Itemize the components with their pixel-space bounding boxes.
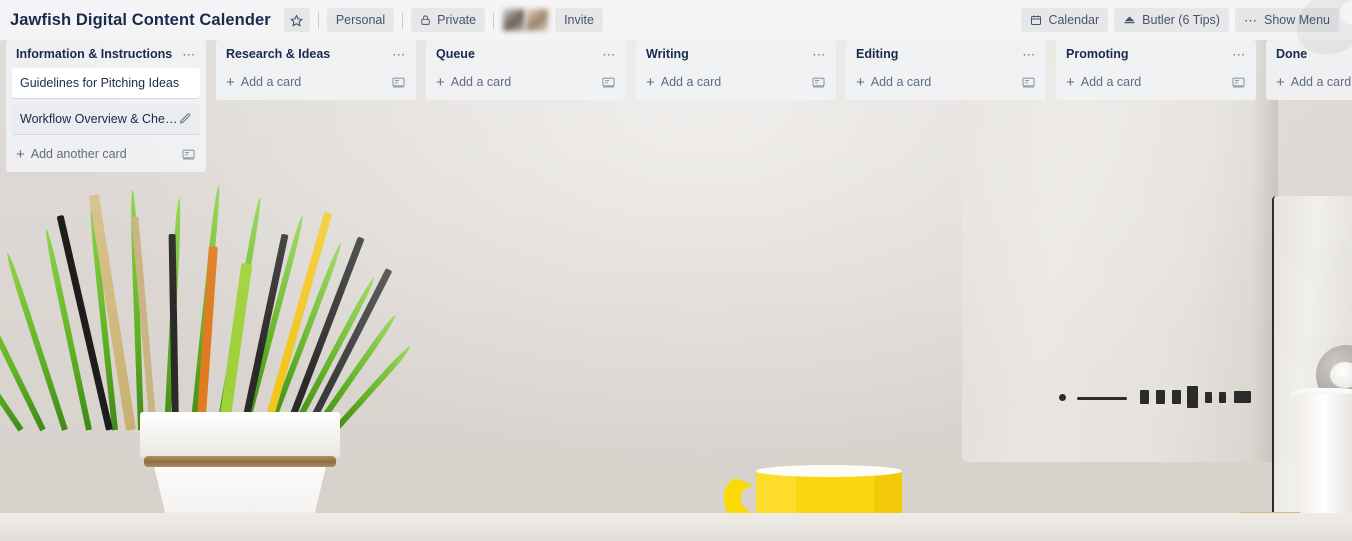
list-menu-button[interactable]: ⋯ [390, 48, 408, 61]
card-template-icon[interactable] [181, 147, 196, 161]
visibility-button[interactable]: Private [411, 8, 486, 32]
list-header: Writing ⋯ [636, 40, 836, 68]
add-card-button[interactable]: + Add a card [1062, 68, 1250, 96]
add-card-label: Add a card [450, 75, 512, 89]
list-editing: Editing ⋯ + Add a card [846, 40, 1046, 100]
card-title: Workflow Overview & Checklists [20, 112, 178, 126]
plus-icon: + [1276, 73, 1285, 91]
list-title[interactable]: Writing [646, 47, 810, 61]
add-card-label: Add another card [30, 147, 127, 161]
butler-label: Butler (6 Tips) [1142, 13, 1220, 27]
list-header: Editing ⋯ [846, 40, 1046, 68]
header-right-group: Calendar Butler (6 Tips) ⋯ Show Menu [1018, 8, 1342, 32]
calendar-button[interactable]: Calendar [1021, 8, 1109, 32]
add-card-label: Add a card [240, 75, 302, 89]
plus-icon: + [226, 73, 235, 91]
star-icon [290, 14, 303, 26]
list-menu-button[interactable]: ⋯ [600, 48, 618, 61]
list-research-ideas: Research & Ideas ⋯ + Add a card [216, 40, 416, 100]
butler-button[interactable]: Butler (6 Tips) [1114, 8, 1229, 32]
list-information-instructions: Information & Instructions ⋯ Guidelines fo… [6, 40, 206, 172]
list-title[interactable]: Queue [436, 47, 600, 61]
lock-icon [421, 15, 430, 25]
ellipsis-icon: ⋯ [812, 46, 826, 62]
card-template-icon[interactable] [601, 75, 616, 89]
list-menu-button[interactable]: ⋯ [1230, 48, 1248, 61]
plus-icon: + [646, 73, 655, 91]
show-menu-label: Show Menu [1263, 13, 1330, 27]
add-card-label: Add a card [1290, 75, 1352, 89]
add-card-label: Add a card [1080, 75, 1142, 89]
star-button[interactable] [283, 8, 310, 32]
ellipsis-icon: ⋯ [182, 46, 196, 62]
add-card-button[interactable]: + Add a card [642, 68, 830, 96]
ellipsis-icon: ⋯ [1243, 12, 1258, 28]
ellipsis-icon: ⋯ [392, 46, 406, 62]
plus-icon: + [16, 145, 25, 163]
plus-icon: + [1066, 73, 1075, 91]
list-menu-button[interactable]: ⋯ [810, 48, 828, 61]
invite-label: Invite [564, 13, 594, 27]
list-done: Done⋯ + Add a card [1266, 40, 1352, 100]
trello-board: Jawfish Digital Content Calender Persona… [0, 0, 1352, 541]
list-title[interactable]: Editing [856, 47, 1020, 61]
show-menu-button[interactable]: ⋯ Show Menu [1234, 8, 1339, 32]
calendar-icon [1031, 15, 1042, 25]
list-title[interactable]: Promoting [1066, 47, 1230, 61]
list-queue: Queue ⋯ + Add a card [426, 40, 626, 100]
ellipsis-icon: ⋯ [1232, 46, 1246, 62]
list-menu-button[interactable]: ⋯ [1020, 48, 1038, 61]
add-card-button[interactable]: + Add a card [1272, 68, 1352, 96]
list-title[interactable]: Research & Ideas [226, 47, 390, 61]
calendar-label: Calendar [1048, 13, 1100, 27]
card-template-icon[interactable] [1231, 75, 1246, 89]
header-divider [317, 11, 319, 29]
card-template-icon[interactable] [391, 75, 406, 89]
board-header: Jawfish Digital Content Calender Persona… [0, 0, 1352, 40]
add-card-button[interactable]: + Add another card [12, 140, 200, 168]
card-template-icon[interactable] [1021, 75, 1036, 89]
butler-icon [1124, 16, 1135, 24]
add-card-label: Add a card [870, 75, 932, 89]
pencil-icon[interactable] [178, 112, 192, 126]
list-title[interactable]: Done [1276, 47, 1352, 61]
board-lists: Information & Instructions ⋯ Guidelines fo… [0, 40, 1352, 172]
card[interactable]: Guidelines for Pitching Ideas [12, 68, 200, 98]
card[interactable]: Workflow Overview & Checklists [12, 104, 200, 134]
plus-icon: + [436, 73, 445, 91]
invite-button[interactable]: Invite [555, 8, 603, 32]
workspace-label: Personal [335, 13, 386, 27]
header-divider [493, 11, 495, 29]
card-template-icon[interactable] [811, 75, 826, 89]
list-promoting: Promoting ⋯ + Add a card [1056, 40, 1256, 100]
visibility-label: Private [437, 13, 477, 27]
list-writing: Writing ⋯ + Add a card [636, 40, 836, 100]
board-title: Jawfish Digital Content Calender [10, 10, 271, 29]
add-card-label: Add a card [660, 75, 722, 89]
header-divider [402, 11, 404, 29]
list-title[interactable]: Information & Instructions [16, 47, 180, 61]
ellipsis-icon: ⋯ [602, 46, 616, 62]
member-avatars[interactable] [503, 9, 549, 31]
list-header: Information & Instructions ⋯ [6, 40, 206, 68]
list-header: Done⋯ [1266, 40, 1352, 68]
list-header: Promoting ⋯ [1056, 40, 1256, 68]
list-cards: Guidelines for Pitching Ideas Workflow Ov… [6, 68, 206, 134]
list-menu-button[interactable]: ⋯ [180, 48, 198, 61]
list-header: Queue ⋯ [426, 40, 626, 68]
workspace-button[interactable]: Personal [326, 8, 395, 32]
plus-icon: + [856, 73, 865, 91]
ellipsis-icon: ⋯ [1022, 46, 1036, 62]
avatar[interactable] [526, 9, 549, 31]
add-card-button[interactable]: + Add a card [852, 68, 1040, 96]
list-header: Research & Ideas ⋯ [216, 40, 416, 68]
avatar[interactable] [503, 9, 526, 31]
add-card-button[interactable]: + Add a card [432, 68, 620, 96]
card-title: Guidelines for Pitching Ideas [20, 76, 180, 90]
add-card-button[interactable]: + Add a card [222, 68, 410, 96]
